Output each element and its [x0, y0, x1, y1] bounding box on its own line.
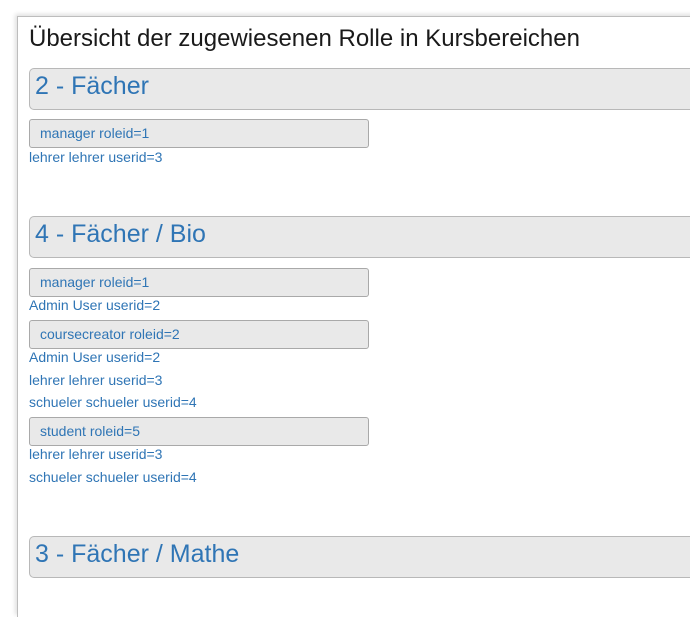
- role-header: coursecreator roleid=2: [29, 320, 369, 349]
- user-link[interactable]: lehrer lehrer userid=3: [29, 446, 162, 463]
- page-title: Übersicht der zugewiesenen Rolle in Kurs…: [29, 25, 580, 52]
- role-header: student roleid=5: [29, 417, 369, 446]
- user-link[interactable]: schueler schueler userid=4: [29, 394, 197, 411]
- category-header: 2 - Fächer: [29, 68, 690, 110]
- user-link[interactable]: Admin User userid=2: [29, 349, 160, 366]
- role-header: manager roleid=1: [29, 268, 369, 297]
- role-header: manager roleid=1: [29, 119, 369, 148]
- category-header: 4 - Fächer / Bio: [29, 216, 690, 258]
- user-link[interactable]: lehrer lehrer userid=3: [29, 149, 162, 166]
- user-link[interactable]: schueler schueler userid=4: [29, 469, 197, 486]
- category-header: 3 - Fächer / Mathe: [29, 536, 690, 578]
- user-link[interactable]: Admin User userid=2: [29, 297, 160, 314]
- user-link[interactable]: lehrer lehrer userid=3: [29, 372, 162, 389]
- report-page: Übersicht der zugewiesenen Rolle in Kurs…: [17, 16, 690, 617]
